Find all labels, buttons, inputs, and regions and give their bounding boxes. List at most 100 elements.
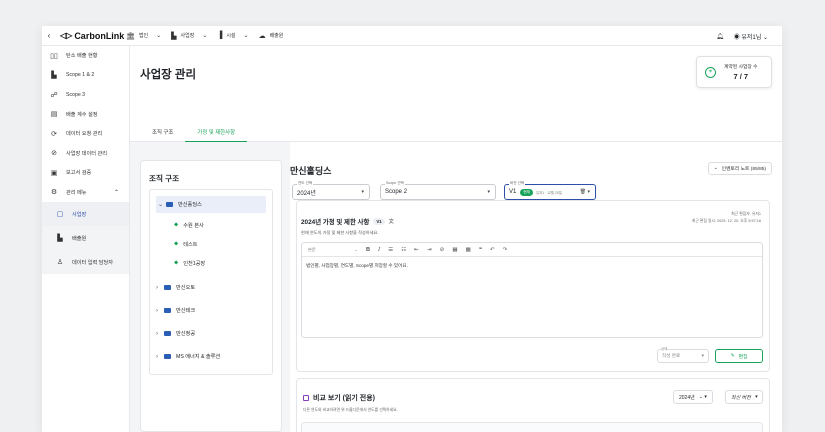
edit-meta: 최근 편집자: 유저1 최근 편집 일시: 2025. 12. 20. 오후 5:… bbox=[691, 212, 761, 223]
bullet-list-icon[interactable]: ☰ bbox=[388, 247, 393, 253]
chevron-down-icon: ⌄ bbox=[202, 33, 208, 39]
tree-leaf[interactable]: ⬥ 테스트 bbox=[174, 236, 198, 253]
contract-label: 계약된 사업장 수 bbox=[724, 65, 758, 70]
scope-select[interactable]: Scope 선택 Scope 2 ▾ bbox=[380, 181, 496, 200]
caret-down-icon: ▾ bbox=[487, 189, 490, 195]
chevron-left-icon[interactable]: ‹ bbox=[42, 26, 56, 46]
tree-node[interactable]: › 만신테크 bbox=[156, 302, 195, 319]
folder-icon bbox=[166, 202, 173, 207]
numbered-list-icon[interactable]: ☷ bbox=[401, 247, 406, 253]
chevron-right-icon: › bbox=[156, 307, 158, 314]
image-icon[interactable]: ▩ bbox=[466, 247, 471, 253]
sidebar-item-scope3[interactable]: ☍ Scope 3 bbox=[42, 85, 129, 105]
calculator-icon: ▤ bbox=[50, 111, 58, 119]
chevron-right-icon: › bbox=[156, 353, 158, 360]
translate-icon[interactable]: 文 bbox=[389, 218, 394, 225]
gear-icon: ⚙ bbox=[50, 189, 58, 197]
report-icon: ▣ bbox=[50, 169, 58, 177]
compare-card: 비교 보기 (읽기 전용) 다른 연도와 비교하려면 위 드롭다운에서 연도를 … bbox=[296, 378, 770, 432]
org-tree: ⌄ 만신홀딩스 ⬥ 수원 본사 ⬥ 테스트 ⬥ 인천1공장 › 만신오토 › 만신테크 › 만… bbox=[149, 189, 273, 375]
sidebar-item-site-data[interactable]: ⊘ 사업장 데이터 관리 bbox=[42, 144, 129, 164]
check-circle-icon: ⊘ bbox=[51, 150, 57, 158]
undo-icon[interactable]: ↶ bbox=[490, 247, 495, 253]
paragraph-select[interactable]: 본문 ⌄ bbox=[308, 247, 358, 253]
compare-title: 비교 보기 (읽기 전용) bbox=[303, 393, 375, 403]
tab-org-structure[interactable]: 조직 구조 bbox=[140, 122, 185, 142]
sidebar-item-emission-factor[interactable]: ▤ 배출 계수 설정 bbox=[42, 105, 129, 125]
edit-button[interactable]: ✎ 편집 bbox=[715, 349, 763, 363]
version-select[interactable]: 버전 선택 V1 현재 유저1 · 12월 20일 🗑︎ ▾ bbox=[504, 181, 596, 200]
tree-leaf[interactable]: ⬥ 인천1공장 bbox=[174, 255, 205, 272]
nav-site[interactable]: ▙ 사업장 ⌄ bbox=[171, 32, 207, 40]
location-pin-icon: ⌖ bbox=[705, 66, 716, 78]
compare-subtitle: 다른 연도와 비교하려면 위 드롭다운에서 연도를 선택하세요. bbox=[303, 408, 398, 412]
cloud-icon: ☁ bbox=[258, 32, 266, 40]
tree-node[interactable]: › MS 에너지 & 솔루션 bbox=[156, 348, 220, 365]
version-note: 유저1 · 12월 20일 bbox=[535, 190, 562, 195]
sidebar-subitem-emission-source[interactable]: ▙ 배출원 bbox=[42, 226, 129, 250]
tab-assumptions[interactable]: 가정 및 제한사항 bbox=[185, 122, 248, 142]
status-select[interactable]: 상태 작성 완료 ▾ bbox=[657, 346, 709, 363]
facility-icon: ▐ bbox=[217, 32, 223, 39]
compare-year-select[interactable]: 2024년 ⌄ ▾ bbox=[673, 390, 713, 404]
bar-chart-icon: ▙ bbox=[51, 72, 57, 80]
sidebar-subitem-data-manager[interactable]: ♙ 데이터 입력 담당자 bbox=[42, 250, 129, 274]
year-select[interactable]: 연도 선택 2024년 ▾ bbox=[292, 181, 370, 200]
building-icon: 🏛 bbox=[126, 32, 135, 40]
sidebar-item-data-request[interactable]: ⟳ 데이터 요청 관리 bbox=[42, 124, 129, 144]
pin-icon: ⬥ bbox=[174, 241, 179, 247]
sidebar-item-scope12[interactable]: ▙ Scope 1 & 2 bbox=[42, 66, 129, 86]
bold-icon[interactable]: B bbox=[366, 247, 370, 253]
compare-icon bbox=[303, 395, 309, 401]
org-title: 조직 구조 bbox=[149, 174, 180, 183]
folder-icon bbox=[164, 285, 171, 290]
link-icon[interactable]: ⊘ bbox=[440, 247, 445, 253]
chevron-down-icon: ⌄ bbox=[158, 202, 164, 208]
folder-icon bbox=[164, 354, 171, 359]
editor-body[interactable]: 법인별, 사업장별, 연도별, Scope별 저장할 수 있어요. bbox=[302, 257, 762, 275]
nav-facility[interactable]: ▐ 시설 ⌄ bbox=[217, 32, 248, 39]
sidebar-item-admin[interactable]: ⚙ 관리 메뉴 ⌃ bbox=[42, 183, 129, 203]
tree-node[interactable]: › 만신오토 bbox=[156, 279, 195, 296]
user-icon: ♙ bbox=[56, 259, 64, 266]
pencil-icon: ✎ bbox=[730, 353, 735, 359]
tabs: 조직 구조 가정 및 제한사항 bbox=[130, 122, 782, 142]
version-badge: 현재 bbox=[520, 188, 533, 196]
table-icon[interactable]: ▦ bbox=[452, 247, 457, 253]
sidebar-subitem-site[interactable]: ▢ 사업장 bbox=[42, 202, 129, 226]
indent-icon[interactable]: ⇥ bbox=[427, 247, 432, 253]
compare-version-select[interactable]: 최신 버전 ▾ bbox=[725, 390, 764, 404]
inventory-note-button[interactable]: ⌄ 인벤토리 노트 (85/85) bbox=[707, 162, 772, 175]
compare-content bbox=[301, 422, 763, 432]
user-menu[interactable]: ◉ 유저1님 ⌄ bbox=[734, 32, 768, 41]
tree-leaf[interactable]: ⬥ 수원 본사 bbox=[174, 217, 204, 234]
chevron-down-icon: ⌄ bbox=[156, 33, 162, 39]
contract-value: 7 / 7 bbox=[733, 72, 749, 81]
pin-icon: ⬥ bbox=[174, 260, 179, 266]
chevron-right-icon: › bbox=[156, 284, 158, 291]
caret-down-icon: ▾ bbox=[701, 353, 704, 359]
sidebar-item-dashboard[interactable]: ▯▯ 탄소 배출 현황 bbox=[42, 46, 129, 66]
factory-icon: ▙ bbox=[57, 235, 63, 242]
detail-panel: 만신홀딩스 ⌄ 인벤토리 노트 (85/85) 연도 선택 2024년 ▾ Scope… bbox=[290, 142, 782, 432]
sidebar: ▯▯ 탄소 배출 현황 ▙ Scope 1 & 2 ☍ Scope 3 ▤ 배출 계수 … bbox=[42, 46, 130, 432]
tree-node[interactable]: › 만신정공 bbox=[156, 325, 195, 342]
bell-icon[interactable]: 🔔︎ bbox=[716, 33, 724, 40]
caret-down-icon: 🗑︎ ▾ bbox=[579, 189, 590, 195]
document-icon: ▢ bbox=[56, 211, 64, 218]
logo[interactable]: ◁▷ CarbonLink bbox=[60, 31, 126, 41]
main: 사업장 관리 ⌖ 계약된 사업장 수 7 / 7 조직 구조 가정 및 제한사항… bbox=[130, 46, 782, 432]
content-area: 조직 구조 ⌄ 만신홀딩스 ⬥ 수원 본사 ⬥ 테스트 ⬥ 인천1공장 › 만신오토 › 만… bbox=[130, 142, 782, 432]
outdent-icon[interactable]: ⇤ bbox=[414, 247, 419, 253]
app-window: ‹ ◁▷ CarbonLink 🏛 법인 ⌄ ▙ 사업장 ⌄ ▐ 시설 ⌄ ☁ 배출원 🔔︎ ◉… bbox=[42, 26, 782, 432]
quote-icon[interactable]: ❝ bbox=[479, 247, 482, 253]
card-subtitle: 현재 연도의 가정 및 제한 사항을 작성하세요. bbox=[301, 230, 379, 235]
sidebar-item-report[interactable]: ▣ 보고서 검증 bbox=[42, 163, 129, 183]
chevron-up-icon: ⌃ bbox=[113, 189, 119, 196]
rich-text-editor[interactable]: 본문 ⌄ B I ☰ ☷ ⇤ ⇥ ⊘ ▦ ▩ ❝ ↶ ↷ 법인별, 사업장별, … bbox=[301, 242, 763, 338]
tree-node-root[interactable]: ⌄ 만신홀딩스 bbox=[156, 196, 266, 213]
redo-icon[interactable]: ↷ bbox=[503, 247, 508, 253]
italic-icon[interactable]: I bbox=[378, 247, 380, 253]
nav-corporation[interactable]: 🏛 법인 ⌄ bbox=[126, 32, 161, 40]
nav-emission-source[interactable]: ☁ 배출원 bbox=[259, 32, 284, 40]
